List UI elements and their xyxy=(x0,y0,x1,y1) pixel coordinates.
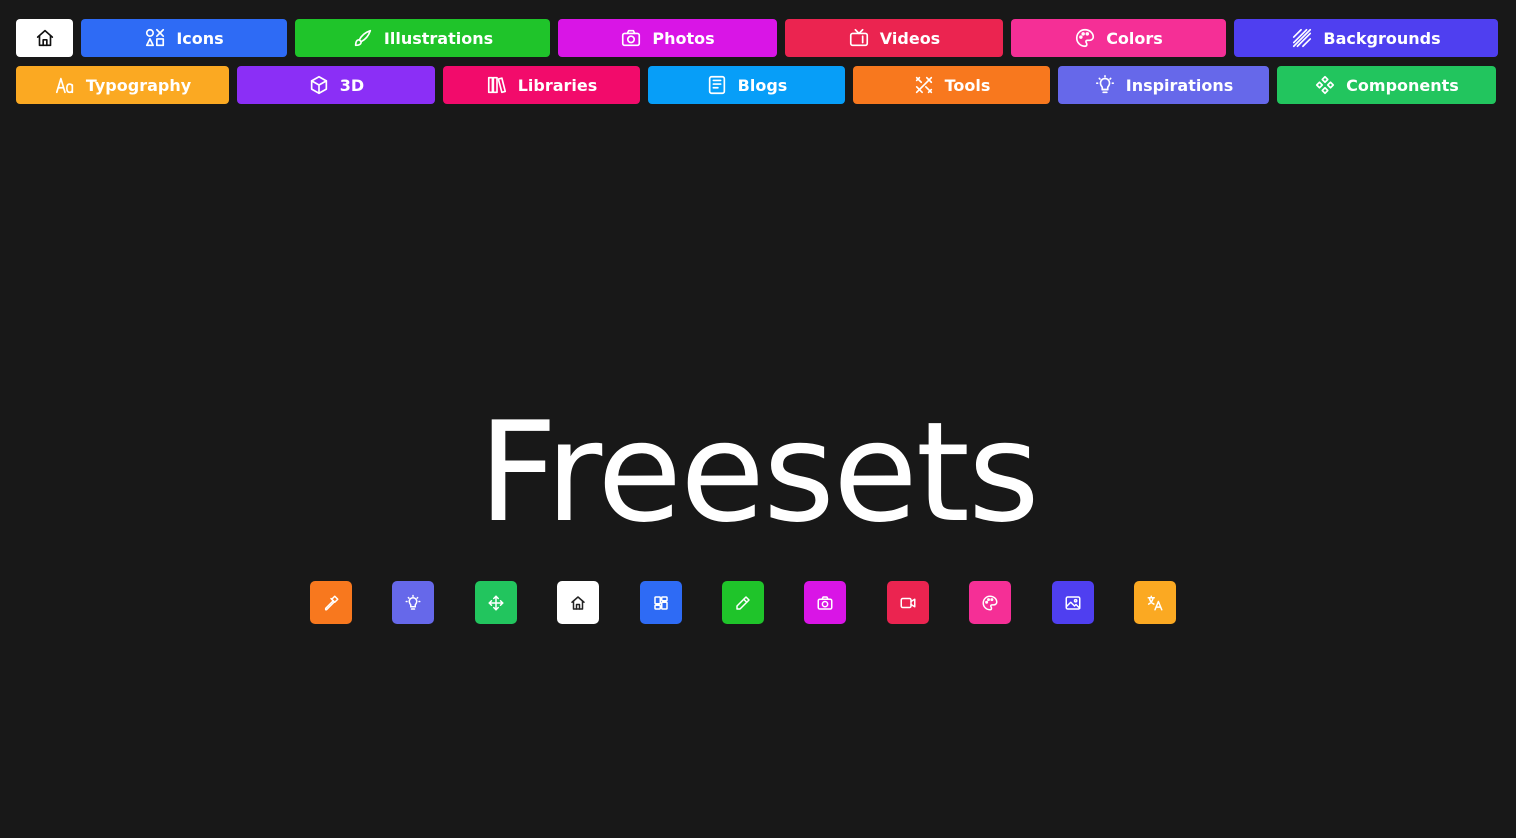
cube-icon xyxy=(308,74,330,96)
components-icon xyxy=(1314,74,1336,96)
category-nav-row-2: Typography 3D Libraries Blogs Tools Inspirati… xyxy=(16,66,1499,104)
dashboard-icon xyxy=(652,594,670,612)
nav-button-label: Illustrations xyxy=(383,28,494,48)
books-icon xyxy=(486,74,508,96)
tile-move[interactable] xyxy=(475,581,517,624)
tile-image[interactable] xyxy=(1052,581,1094,624)
tile-video[interactable] xyxy=(887,581,929,624)
tile-palette[interactable] xyxy=(969,581,1011,624)
pencil-icon xyxy=(734,594,752,612)
nav-button-label: Typography xyxy=(85,75,192,95)
brush-icon xyxy=(352,27,374,49)
nav-button-colors[interactable]: Colors xyxy=(1011,19,1226,57)
nav-button-home[interactable] xyxy=(16,19,73,57)
nav-button-label: Backgrounds xyxy=(1323,28,1441,48)
nav-button-photos[interactable]: Photos xyxy=(558,19,777,57)
palette-icon xyxy=(1074,27,1096,49)
translate-icon xyxy=(1146,594,1164,612)
shapes-icon xyxy=(144,27,166,49)
nav-button-illustrations[interactable]: Illustrations xyxy=(295,19,550,57)
nav-button-label: Blogs xyxy=(737,75,788,95)
nav-button-blogs[interactable]: Blogs xyxy=(648,66,845,104)
home-icon xyxy=(569,594,587,612)
nav-button-backgrounds[interactable]: Backgrounds xyxy=(1234,19,1498,57)
nav-button-libraries[interactable]: Libraries xyxy=(443,66,640,104)
bulb-icon xyxy=(1094,74,1116,96)
move-icon xyxy=(487,594,505,612)
tools-icon xyxy=(913,74,935,96)
tile-camera[interactable] xyxy=(804,581,846,624)
nav-button-label: Photos xyxy=(652,28,715,48)
tv-icon xyxy=(848,27,870,49)
nav-button-label: Inspirations xyxy=(1125,75,1234,95)
tile-dashboard[interactable] xyxy=(640,581,682,624)
nav-button-videos[interactable]: Videos xyxy=(785,19,1003,57)
image-icon xyxy=(1064,594,1082,612)
tile-bulb[interactable] xyxy=(392,581,434,624)
nav-button-label: Colors xyxy=(1106,28,1163,48)
tile-translate[interactable] xyxy=(1134,581,1176,624)
nav-button-label: Videos xyxy=(879,28,941,48)
tile-hammer[interactable] xyxy=(310,581,352,624)
video-icon xyxy=(899,594,917,612)
home-icon xyxy=(34,27,56,49)
nav-button-tools[interactable]: Tools xyxy=(853,66,1050,104)
hero-title: Freesets xyxy=(478,392,1040,553)
nav-button-label: Components xyxy=(1346,75,1459,95)
tile-pencil[interactable] xyxy=(722,581,764,624)
nav-button-label: 3D xyxy=(339,75,365,95)
hammer-icon xyxy=(322,594,340,612)
camera-icon xyxy=(620,27,642,49)
palette-icon xyxy=(981,594,999,612)
typography-icon xyxy=(54,74,76,96)
bulb-icon xyxy=(404,594,422,612)
stripes-icon xyxy=(1291,27,1313,49)
nav-button-inspirations[interactable]: Inspirations xyxy=(1058,66,1269,104)
category-nav-row-1: Icons Illustrations Photos Videos Colors Back… xyxy=(16,19,1499,57)
news-icon xyxy=(706,74,728,96)
nav-button-label: Libraries xyxy=(517,75,598,95)
tile-home[interactable] xyxy=(557,581,599,624)
camera-icon xyxy=(816,594,834,612)
nav-button-icons[interactable]: Icons xyxy=(81,19,287,57)
nav-button-components[interactable]: Components xyxy=(1277,66,1496,104)
nav-button-3d[interactable]: 3D xyxy=(237,66,435,104)
nav-button-label: Tools xyxy=(944,75,991,95)
nav-button-typography[interactable]: Typography xyxy=(16,66,229,104)
nav-button-label: Icons xyxy=(176,28,224,48)
